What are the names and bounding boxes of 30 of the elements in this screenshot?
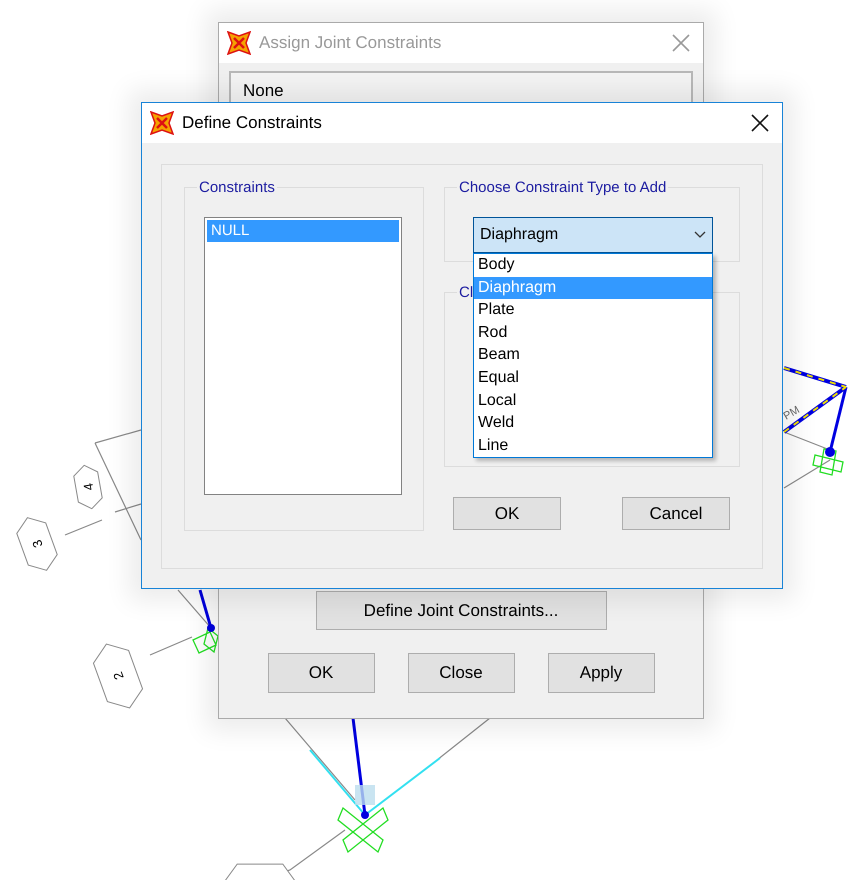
close-icon: [672, 34, 690, 52]
dialog-button[interactable]: Cancel: [622, 497, 730, 530]
dropdown-option[interactable]: Plate: [474, 299, 712, 322]
group-label: Constraints: [198, 179, 276, 196]
dialog-button[interactable]: OK: [453, 497, 561, 530]
constraint-field[interactable]: None: [229, 71, 693, 105]
dropdown-option[interactable]: Rod: [474, 322, 712, 344]
app-icon: [150, 111, 174, 135]
dropdown-option[interactable]: Body: [474, 254, 712, 277]
joint-label: 2: [110, 670, 127, 682]
dialog-button[interactable]: Apply: [548, 653, 654, 693]
dropdown-option[interactable]: Line: [474, 434, 712, 458]
group-label: Cl: [458, 284, 474, 301]
dropdown-option[interactable]: Weld: [474, 412, 712, 435]
define-constraints-button[interactable]: Define Joint Constraints...: [316, 591, 606, 630]
dropdown-option[interactable]: Beam: [474, 344, 712, 367]
window-title: Define Constraints: [182, 113, 323, 133]
dialog-button[interactable]: Close: [408, 653, 514, 693]
close-icon: [751, 114, 769, 132]
group-label: Choose Constraint Type to Add: [458, 179, 668, 196]
joint-label: 4: [80, 482, 96, 492]
dropdown-option[interactable]: Equal: [474, 366, 712, 390]
dialog-button[interactable]: OK: [268, 653, 374, 693]
joint-label: 3: [29, 538, 46, 550]
app-icon: [227, 31, 251, 55]
member-label: PM: [782, 404, 802, 423]
constraint-type-dropdown[interactable]: Diaphragm: [473, 217, 713, 253]
dropdown-option[interactable]: Local: [474, 390, 712, 412]
chevron-down-icon: [694, 231, 706, 239]
window-title: Assign Joint Constraints: [259, 33, 442, 53]
